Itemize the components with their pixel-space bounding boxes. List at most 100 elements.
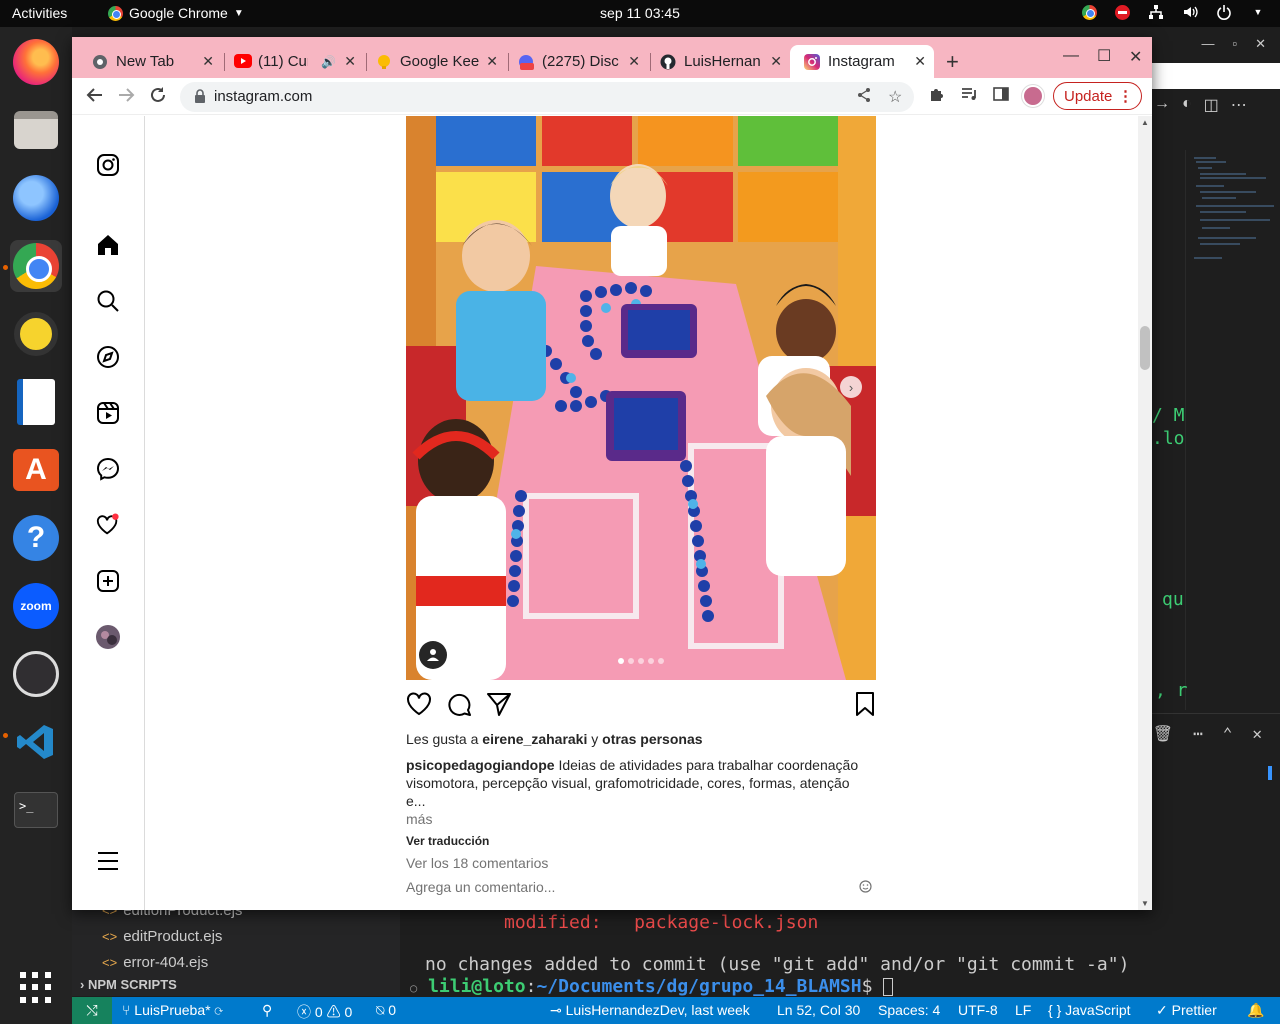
home-icon[interactable] <box>96 233 120 257</box>
blame-status[interactable]: ⊸ LuisHernandezDev, last week <box>550 1002 750 1019</box>
vscode-minimap[interactable] <box>1185 150 1277 710</box>
maximize-icon[interactable]: ☐ <box>1097 46 1111 66</box>
close-icon[interactable]: ✕ <box>344 53 356 70</box>
close-icon[interactable]: ✕ <box>1255 36 1266 60</box>
audio-playing-icon[interactable]: 🔊 <box>321 55 336 69</box>
trash-icon[interactable]: 🗑 <box>1153 724 1173 743</box>
file-item[interactable]: <> error-404.ejs <box>102 954 208 971</box>
dock-files[interactable] <box>10 104 62 156</box>
close-icon[interactable]: ✕ <box>486 53 498 70</box>
view-comments-link[interactable]: Ver los 18 comentarios <box>406 854 866 872</box>
git-compare-icon[interactable]: ◐ <box>1182 95 1192 115</box>
close-window-icon[interactable]: ✕ <box>1129 47 1142 67</box>
notifications-icon[interactable]: 🔔 <box>1247 1002 1264 1019</box>
side-panel-icon[interactable] <box>993 86 1009 107</box>
file-item[interactable]: <> editProduct.ejs <box>102 928 222 945</box>
like-heart-icon[interactable] <box>406 691 432 717</box>
extensions-icon[interactable] <box>929 86 945 107</box>
scrollbar-thumb[interactable] <box>1140 326 1150 370</box>
npm-scripts-section[interactable]: › NPM SCRIPTS <box>80 977 177 992</box>
post-image[interactable]: › <box>406 116 876 680</box>
do-not-disturb-icon[interactable] <box>1115 4 1130 20</box>
git-graph-icon[interactable]: ⚲ <box>262 1002 272 1019</box>
forward-button[interactable] <box>117 86 135 109</box>
tagged-people-button[interactable] <box>419 641 447 669</box>
tab-new-tab[interactable]: New Tab ✕ <box>72 45 222 78</box>
minimize-icon[interactable]: — <box>1063 47 1079 65</box>
new-tab-button[interactable]: + <box>946 49 959 75</box>
network-icon[interactable] <box>1148 4 1164 20</box>
emoji-icon[interactable] <box>859 879 872 897</box>
liked-others-link[interactable]: otras personas <box>602 731 702 747</box>
share-icon[interactable] <box>856 87 872 108</box>
tab-github[interactable]: LuisHernan ✕ <box>640 45 790 78</box>
encoding[interactable]: UTF-8 <box>958 1002 998 1018</box>
more-icon[interactable]: ⋯ <box>1193 724 1203 743</box>
dock-writer[interactable] <box>10 376 62 428</box>
address-bar[interactable]: instagram.com ☆ <box>180 82 914 112</box>
ports-status[interactable]: ⍉ 0 <box>376 1002 396 1019</box>
create-post-icon[interactable] <box>96 569 120 593</box>
minimize-icon[interactable]: — <box>1201 36 1214 60</box>
liked-user-link[interactable]: eirene_zaharaki <box>482 731 587 747</box>
close-icon[interactable]: ✕ <box>202 53 214 70</box>
kebab-menu-icon[interactable]: ⋮ <box>1118 87 1133 105</box>
tab-instagram[interactable]: Instagram ✕ <box>790 45 934 78</box>
search-icon[interactable] <box>96 289 120 313</box>
dock-vscode[interactable] <box>10 716 62 768</box>
app-menu[interactable]: Google Chrome ▼ <box>108 5 244 21</box>
caption-username-link[interactable]: psicopedagogiandope <box>406 757 555 773</box>
profile-avatar[interactable] <box>96 625 120 649</box>
dock-obs[interactable] <box>10 648 62 700</box>
branch-status[interactable]: ⑂ LuisPrueba* ⟳ <box>122 1002 223 1018</box>
tab-google-keep[interactable]: Google Kee ✕ <box>356 45 506 78</box>
messenger-icon[interactable] <box>96 457 120 481</box>
back-button[interactable] <box>86 86 104 109</box>
system-tray[interactable]: ▼ <box>1082 4 1266 20</box>
more-icon[interactable]: ⋯ <box>1231 95 1247 115</box>
remote-indicator[interactable]: ⤭ <box>72 997 112 1024</box>
close-icon[interactable]: ✕ <box>628 53 640 70</box>
share-send-icon[interactable] <box>486 691 512 717</box>
notifications-heart-icon[interactable] <box>96 513 120 537</box>
dock-chrome[interactable] <box>10 240 62 292</box>
power-icon[interactable] <box>1216 4 1232 20</box>
lock-icon[interactable] <box>194 89 206 106</box>
chevron-down-icon[interactable]: ▼ <box>1250 4 1266 20</box>
caption-more-link[interactable]: más <box>406 810 866 828</box>
tab-discord[interactable]: (2275) Disc ✕ <box>498 45 648 78</box>
language-mode[interactable]: { } JavaScript <box>1048 1002 1131 1018</box>
dock-zoom[interactable]: zoom <box>10 580 62 632</box>
chrome-tray-icon[interactable] <box>1082 4 1097 20</box>
end-of-line[interactable]: LF <box>1015 1002 1031 1018</box>
split-editor-icon[interactable]: ◫ <box>1204 95 1219 115</box>
save-bookmark-icon[interactable] <box>852 691 878 717</box>
chevron-up-icon[interactable]: ⌃ <box>1223 724 1233 743</box>
dock-rhythmbox[interactable] <box>10 308 62 360</box>
formatter-status[interactable]: ✓ Prettier <box>1156 1002 1217 1019</box>
show-applications[interactable] <box>10 962 62 1014</box>
problems-status[interactable]: ⓧ 0 ⚠ 0 <box>297 1002 352 1022</box>
dock-thunderbird[interactable] <box>10 172 62 224</box>
tab-youtube[interactable]: (11) Cur 🔊 ✕ <box>214 45 364 78</box>
cursor-position[interactable]: Ln 52, Col 30 <box>777 1002 860 1018</box>
dock-firefox[interactable] <box>10 36 62 88</box>
comment-input[interactable]: Agrega un comentario... <box>406 878 876 896</box>
explore-icon[interactable] <box>96 345 120 369</box>
dock-help[interactable]: ? <box>10 512 62 564</box>
scroll-down-arrow[interactable]: ▼ <box>1141 899 1149 908</box>
carousel-next-button[interactable]: › <box>840 376 862 398</box>
close-icon[interactable]: ✕ <box>1252 724 1262 743</box>
dock-software[interactable]: A <box>10 444 62 496</box>
url-text[interactable]: instagram.com <box>214 88 312 105</box>
volume-icon[interactable] <box>1182 4 1198 20</box>
reels-icon[interactable] <box>96 401 120 425</box>
comment-icon[interactable] <box>446 691 472 717</box>
close-icon[interactable]: ✕ <box>914 53 926 70</box>
update-button[interactable]: Update ⋮ <box>1053 82 1142 110</box>
profile-avatar[interactable] <box>1022 85 1044 107</box>
scroll-up-arrow[interactable]: ▲ <box>1141 118 1149 127</box>
activities-button[interactable]: Activities <box>12 5 67 21</box>
bookmark-star-icon[interactable]: ☆ <box>888 87 902 107</box>
instagram-logo-icon[interactable] <box>96 153 120 177</box>
